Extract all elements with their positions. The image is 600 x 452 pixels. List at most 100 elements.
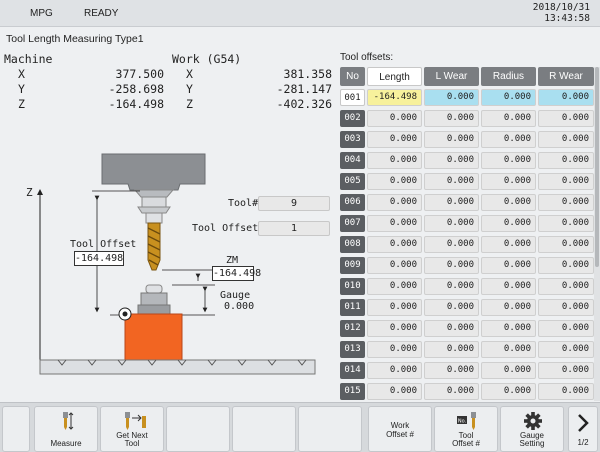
offset-cell-radius[interactable]: 0.000 [481,215,536,232]
table-scrollbar[interactable] [594,67,600,401]
column-header-length[interactable]: Length [367,67,422,86]
offset-cell-lwear[interactable]: 0.000 [424,299,479,316]
offset-cell-radius[interactable]: 0.000 [481,341,536,358]
date: 2018/10/31 [532,2,590,13]
offset-cell-rwear[interactable]: 0.000 [538,299,594,316]
offset-cell-length[interactable]: 0.000 [367,194,422,211]
offset-cell-lwear[interactable]: 0.000 [424,257,479,274]
offset-cell-radius[interactable]: 0.000 [481,110,536,127]
diagram-graphic [37,153,316,375]
next-page-button[interactable]: 1/2 [568,406,598,452]
row-number[interactable]: 007 [340,215,365,232]
offset-cell-lwear[interactable]: 0.000 [424,194,479,211]
offset-cell-lwear[interactable]: 0.000 [424,110,479,127]
tool-offset-number-field[interactable]: 1 [258,221,330,236]
offset-cell-radius[interactable]: 0.000 [481,299,536,316]
tool-offset-button[interactable]: No. Tool Offset # [434,406,498,452]
row-number[interactable]: 008 [340,236,365,253]
zm-value: -164.498 [212,266,262,281]
row-number[interactable]: 005 [340,173,365,190]
offset-cell-lwear[interactable]: 0.000 [424,278,479,295]
tool-number-field[interactable]: 9 [258,196,330,211]
offset-cell-lwear[interactable]: 0.000 [424,236,479,253]
row-number[interactable]: 009 [340,257,365,274]
offset-cell-lwear[interactable]: 0.000 [424,341,479,358]
offset-cell-radius[interactable]: 0.000 [481,89,536,106]
offset-cell-length[interactable]: 0.000 [367,131,422,148]
row-number[interactable]: 011 [340,299,365,316]
offset-cell-rwear[interactable]: 0.000 [538,110,594,127]
row-number[interactable]: 004 [340,152,365,169]
row-number[interactable]: 006 [340,194,365,211]
column-header-r-wear[interactable]: R Wear [538,67,594,86]
offset-cell-length[interactable]: -164.498 [367,89,422,106]
offset-cell-lwear[interactable]: 0.000 [424,362,479,379]
offset-cell-length[interactable]: 0.000 [367,383,422,400]
offset-cell-rwear[interactable]: 0.000 [538,383,594,400]
offset-cell-length[interactable]: 0.000 [367,299,422,316]
offset-cell-length[interactable]: 0.000 [367,236,422,253]
offset-cell-length[interactable]: 0.000 [367,152,422,169]
offset-cell-radius[interactable]: 0.000 [481,362,536,379]
row-number[interactable]: 012 [340,320,365,337]
column-header-radius[interactable]: Radius [481,67,536,86]
offset-cell-radius[interactable]: 0.000 [481,236,536,253]
offset-cell-length[interactable]: 0.000 [367,110,422,127]
offset-cell-radius[interactable]: 0.000 [481,152,536,169]
offset-cell-length[interactable]: 0.000 [367,320,422,337]
offset-cell-rwear[interactable]: 0.000 [538,278,594,295]
column-header-l-wear[interactable]: L Wear [424,67,479,86]
offset-cell-length[interactable]: 0.000 [367,173,422,190]
offset-cell-length[interactable]: 0.000 [367,278,422,295]
offset-cell-length[interactable]: 0.000 [367,257,422,274]
offset-cell-radius[interactable]: 0.000 [481,173,536,190]
work-offset-button[interactable]: Work Offset # [368,406,432,452]
get-next-tool-button[interactable]: Get Next Tool [100,406,164,452]
offset-cell-radius[interactable]: 0.000 [481,257,536,274]
measure-button[interactable]: Measure [34,406,98,452]
row-number[interactable]: 013 [340,341,365,358]
scrollbar-thumb[interactable] [595,67,599,267]
offset-cell-length[interactable]: 0.000 [367,341,422,358]
offset-cell-rwear[interactable]: 0.000 [538,152,594,169]
mode-indicator: MPG [30,8,53,19]
offset-cell-rwear[interactable]: 0.000 [538,131,594,148]
offset-cell-length[interactable]: 0.000 [367,215,422,232]
offset-cell-rwear[interactable]: 0.000 [538,257,594,274]
row-number[interactable]: 003 [340,131,365,148]
offset-cell-radius[interactable]: 0.000 [481,278,536,295]
axis-label: X [18,67,25,81]
offset-cell-rwear[interactable]: 0.000 [538,362,594,379]
row-number[interactable]: 014 [340,362,365,379]
row-number[interactable]: 015 [340,383,365,400]
softkey-empty-3[interactable] [298,406,362,452]
softkey-empty-2[interactable] [232,406,296,452]
offset-cell-length[interactable]: 0.000 [367,362,422,379]
offset-cell-lwear[interactable]: 0.000 [424,215,479,232]
offset-cell-lwear[interactable]: 0.000 [424,383,479,400]
offset-cell-lwear[interactable]: 0.000 [424,89,479,106]
offset-cell-rwear[interactable]: 0.000 [538,341,594,358]
offset-cell-rwear[interactable]: 0.000 [538,194,594,211]
gauge-setting-button[interactable]: Gauge Setting [500,406,564,452]
row-number[interactable]: 001 [340,89,365,106]
offset-cell-rwear[interactable]: 0.000 [538,320,594,337]
offset-cell-lwear[interactable]: 0.000 [424,131,479,148]
softkey-empty-1[interactable] [166,406,230,452]
offset-cell-radius[interactable]: 0.000 [481,383,536,400]
offset-cell-rwear[interactable]: 0.000 [538,215,594,232]
offset-cell-lwear[interactable]: 0.000 [424,173,479,190]
offset-cell-lwear[interactable]: 0.000 [424,320,479,337]
offset-cell-lwear[interactable]: 0.000 [424,152,479,169]
offset-cell-rwear[interactable]: 0.000 [538,89,594,106]
chevron-right-icon [578,414,589,432]
drill-bit [147,222,161,271]
offset-cell-radius[interactable]: 0.000 [481,320,536,337]
offset-cell-radius[interactable]: 0.000 [481,131,536,148]
row-number[interactable]: 002 [340,110,365,127]
offset-cell-radius[interactable]: 0.000 [481,194,536,211]
offset-cell-rwear[interactable]: 0.000 [538,236,594,253]
offset-cell-rwear[interactable]: 0.000 [538,173,594,190]
softkey-back[interactable] [2,406,30,452]
row-number[interactable]: 010 [340,278,365,295]
